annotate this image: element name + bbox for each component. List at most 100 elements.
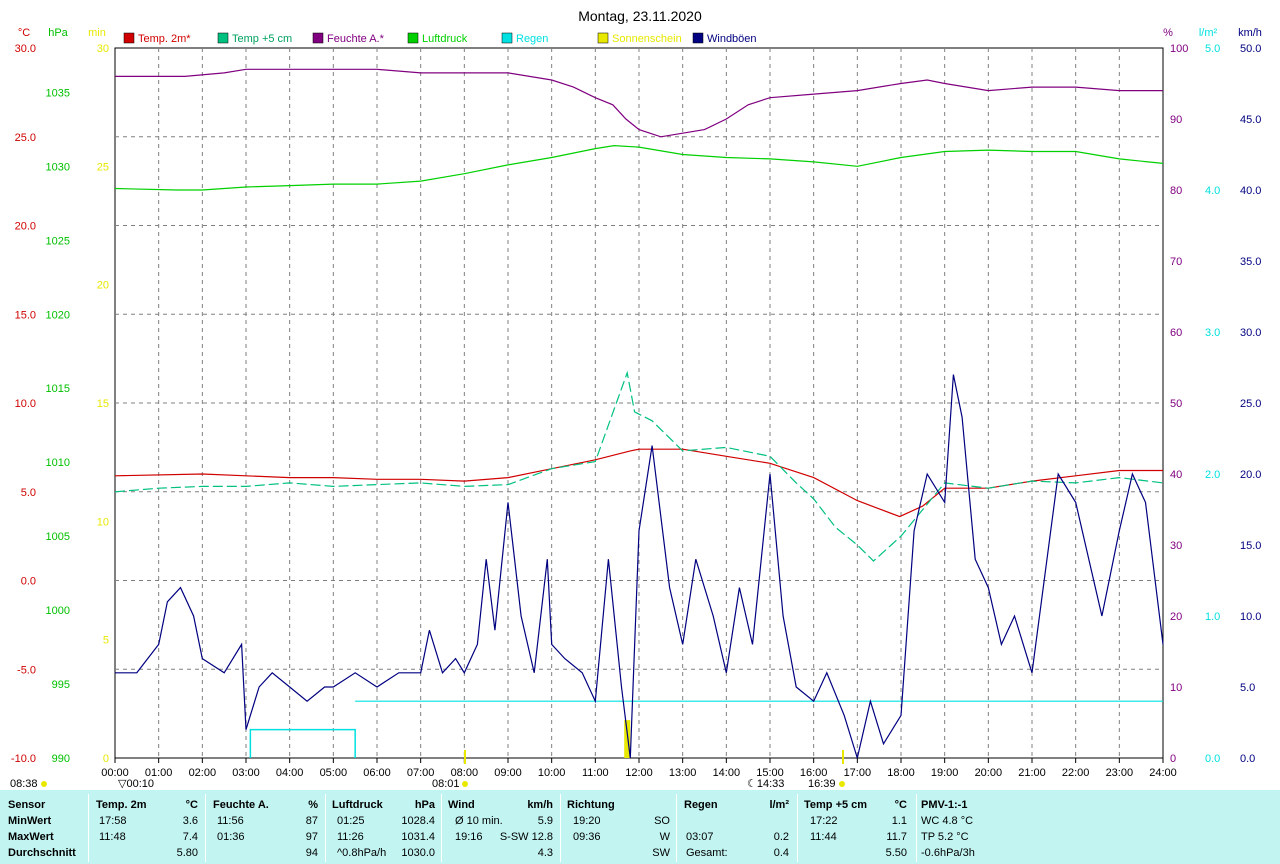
- legend-label: Windböen: [707, 33, 757, 45]
- x-tick-label: 11:00: [582, 767, 609, 779]
- t5-value: 11.7: [886, 831, 907, 843]
- tick-label-wind_kmh: 0.0: [1240, 753, 1255, 765]
- hdr-temp-unit: °C: [185, 799, 198, 811]
- x-tick-label: 24:00: [1149, 767, 1177, 779]
- temp-time: 11:48: [99, 831, 126, 843]
- x-tick-label: 13:00: [669, 767, 697, 779]
- tick-label-rain_lm2: 5.0: [1205, 43, 1220, 55]
- tick-label-wind_kmh: 25.0: [1240, 398, 1261, 410]
- tick-label-humidity_pct: 100: [1170, 43, 1188, 55]
- tick-label-wind_kmh: 10.0: [1240, 611, 1261, 623]
- press-value: 1031.4: [401, 831, 435, 843]
- tick-label-temp_c: 10.0: [15, 398, 36, 410]
- moon-label: ☾14:33: [747, 778, 784, 790]
- x-tick-label: 03:00: [232, 767, 260, 779]
- tick-label-pressure_hpa: 1020: [46, 309, 70, 321]
- legend-label: Feuchte A.*: [327, 33, 385, 45]
- legend: Temp. 2m* Temp +5 cm Feuchte A.* Luftdruck R…: [123, 32, 757, 45]
- x-tick-label: 14:00: [713, 767, 741, 779]
- x-tick-label: 12:00: [625, 767, 653, 779]
- hdr-rain-unit: l/m²: [769, 799, 789, 811]
- t5-time: 11:44: [810, 831, 837, 843]
- tick-label-humidity_pct: 10: [1170, 682, 1182, 694]
- x-axis: 00:00 01:00 02:00 03:00 04:00 05:00 06:00 07:00…: [101, 758, 1177, 779]
- tick-label-rain_lm2: 4.0: [1205, 185, 1220, 197]
- tick-label-pressure_hpa: 1035: [46, 87, 70, 99]
- rain-time: Gesamt:: [686, 847, 728, 859]
- min-temp-marker: ▽00:10: [118, 778, 154, 790]
- x-tick-label: 19:00: [931, 767, 959, 779]
- press-value: 1028.4: [401, 815, 435, 827]
- t5-time: 17:22: [810, 815, 838, 827]
- legend-label: Temp +5 cm: [232, 33, 292, 45]
- stats-separator: [205, 794, 206, 862]
- tick-label-temp_c: -10.0: [11, 753, 36, 765]
- rain-time: 03:07: [686, 831, 714, 843]
- dir-value: SO: [654, 815, 670, 827]
- pmv-value: TP 5.2 °C: [921, 831, 969, 843]
- rain-value: 0.2: [773, 831, 789, 843]
- hdr-dir: Richtung: [567, 799, 615, 811]
- tick-label-rain_lm2: 1.0: [1205, 611, 1220, 623]
- hdr-hum-unit: %: [308, 799, 318, 811]
- legend-label: Luftdruck: [422, 33, 468, 45]
- wind-time: 19:16: [455, 831, 483, 843]
- stats-separator: [916, 794, 917, 862]
- tick-label-sun_min: 25: [97, 161, 109, 173]
- sunrise-label: 08:01: [432, 778, 460, 790]
- hdr-temp: Temp. 2m: [96, 799, 147, 811]
- legend-swatch: [312, 32, 324, 44]
- tick-label-pressure_hpa: 1010: [46, 457, 70, 469]
- sun-icon: [839, 781, 845, 787]
- temp-value: 3.6: [182, 815, 198, 827]
- tick-label-wind_kmh: 15.0: [1240, 540, 1261, 552]
- stats-separator: [676, 794, 677, 862]
- hum-value: 97: [305, 831, 318, 843]
- tick-label-humidity_pct: 80: [1170, 185, 1182, 197]
- axis-unit-pressure_hpa: hPa: [48, 27, 68, 39]
- tick-label-sun_min: 5: [103, 635, 109, 647]
- tick-label-humidity_pct: 50: [1170, 398, 1182, 410]
- hdr-t5-unit: °C: [894, 799, 907, 811]
- tick-label-temp_c: -5.0: [17, 664, 36, 676]
- press-time: ^0.8hPa/h: [337, 847, 387, 859]
- x-tick-label: 18:00: [887, 767, 915, 779]
- dir-time: 09:36: [573, 831, 601, 843]
- left-sun-label: 08:38: [10, 778, 38, 790]
- hum-value: 87: [305, 815, 318, 827]
- weather-chart: Montag, 23.11.2020 Temp. 2m* Temp +5 cm Fe…: [10, 8, 1262, 790]
- legend-swatch: [123, 32, 135, 44]
- legend-swatch: [501, 32, 513, 44]
- x-tick-label: 20:00: [975, 767, 1003, 779]
- temp-value: 7.4: [182, 831, 198, 843]
- legend-label: Temp. 2m*: [138, 33, 191, 45]
- sun-icon: [41, 781, 47, 787]
- tick-label-temp_c: 15.0: [15, 309, 36, 321]
- axis-unit-temp_c: °C: [18, 27, 30, 39]
- press-value: 1030.0: [401, 847, 435, 859]
- press-time: 01:25: [337, 815, 365, 827]
- press-time: 11:26: [337, 831, 364, 843]
- tick-label-pressure_hpa: 1025: [46, 235, 70, 247]
- tick-label-wind_kmh: 20.0: [1240, 469, 1261, 481]
- tick-label-wind_kmh: 35.0: [1240, 256, 1261, 268]
- tick-label-humidity_pct: 70: [1170, 256, 1182, 268]
- x-tick-label: 22:00: [1062, 767, 1090, 779]
- tick-label-temp_c: 30.0: [15, 43, 36, 55]
- tick-label-sun_min: 0: [103, 753, 109, 765]
- tick-label-humidity_pct: 20: [1170, 611, 1182, 623]
- dir-value: SW: [652, 847, 670, 859]
- tick-label-humidity_pct: 40: [1170, 469, 1182, 481]
- hdr-press: Luftdruck: [332, 799, 383, 811]
- axis-unit-wind_kmh: km/h: [1238, 27, 1262, 39]
- row-label: MinWert: [8, 815, 52, 827]
- tick-label-sun_min: 15: [97, 398, 109, 410]
- legend-swatch: [597, 32, 609, 44]
- temp-value: 5.80: [176, 847, 198, 859]
- tick-label-wind_kmh: 5.0: [1240, 682, 1255, 694]
- tick-label-rain_lm2: 2.0: [1205, 469, 1220, 481]
- tick-label-wind_kmh: 40.0: [1240, 185, 1261, 197]
- hdr-sensor: Sensor: [8, 799, 46, 811]
- tick-label-temp_c: 25.0: [15, 132, 36, 144]
- legend-label: Regen: [516, 33, 548, 45]
